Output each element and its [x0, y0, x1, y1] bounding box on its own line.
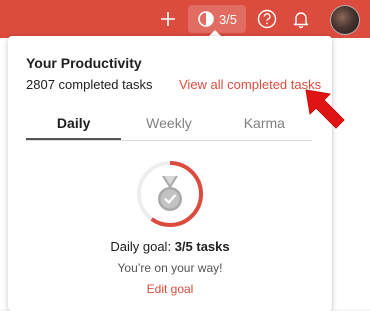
karma-progress-label: 3/5 — [218, 11, 238, 27]
avatar[interactable] — [330, 5, 360, 35]
tab-weekly[interactable]: Weekly — [121, 113, 216, 140]
background-panel-left — [0, 38, 8, 309]
tab-daily[interactable]: Daily — [26, 113, 122, 140]
productivity-button[interactable]: 3/5 — [188, 5, 246, 33]
popover-title: Your Productivity — [26, 55, 142, 71]
help-icon — [257, 9, 277, 29]
edit-goal-link[interactable]: Edit goal — [8, 282, 332, 296]
daily-goal-value: 3/5 tasks — [174, 239, 230, 254]
productivity-popover: Your Productivity 2807 completed tasks V… — [8, 36, 332, 311]
productivity-tabs: Daily Weekly Karma — [26, 113, 312, 141]
background-panel-right — [333, 38, 370, 309]
red-arrow-annotation — [305, 89, 345, 129]
notifications-button[interactable] — [289, 5, 313, 33]
top-bar: 3/5 — [0, 0, 370, 38]
plus-icon — [161, 12, 175, 26]
quick-add-button[interactable] — [155, 5, 181, 33]
daily-goal-text: Daily goal: 3/5 tasks — [8, 239, 332, 254]
completed-tasks-count: 2807 completed tasks — [26, 77, 153, 92]
medal-icon — [158, 176, 182, 211]
daily-goal-label: Daily goal: — [110, 239, 172, 254]
tab-karma[interactable]: Karma — [217, 113, 312, 140]
help-button[interactable] — [255, 5, 279, 33]
karma-progress-icon — [198, 11, 214, 27]
encouragement-text: You’re on your way! — [117, 261, 223, 275]
bell-icon — [293, 12, 309, 29]
daily-goal-progress-ring — [137, 161, 203, 227]
